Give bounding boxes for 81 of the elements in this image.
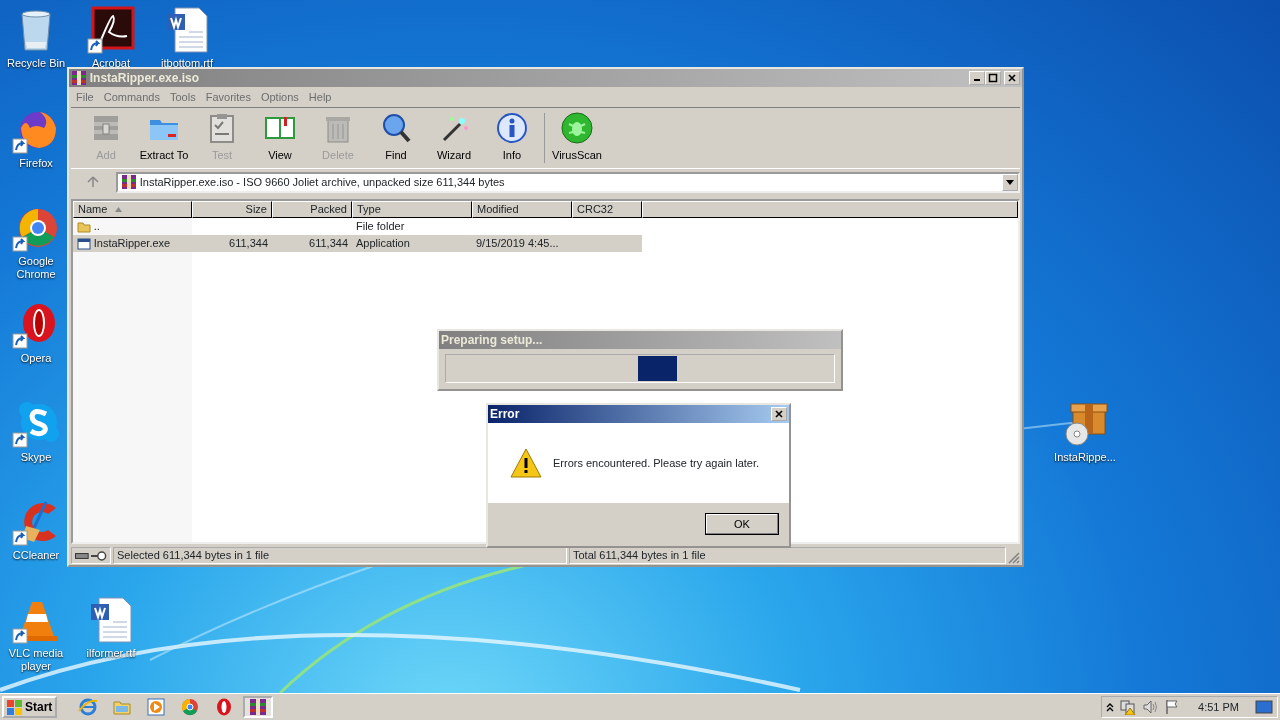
archive-stack-icon bbox=[120, 174, 137, 190]
error-message: Errors encountered. Please try again later. bbox=[553, 455, 760, 471]
taskbar-app-button[interactable] bbox=[243, 696, 274, 718]
dialog-title: Error bbox=[490, 406, 520, 423]
key-icon bbox=[91, 550, 107, 561]
ok-button[interactable]: OK bbox=[705, 513, 779, 535]
desktop-icon-label[interactable]: Acrobat bbox=[92, 57, 130, 70]
menu-item[interactable]: Help bbox=[303, 88, 337, 104]
menu-item[interactable]: Tools bbox=[165, 88, 201, 104]
info-icon bbox=[496, 112, 528, 145]
cloud-icon[interactable] bbox=[12, 400, 60, 448]
clock[interactable]: 4:51 PM bbox=[1198, 698, 1239, 716]
caret-icon bbox=[1006, 179, 1014, 185]
desktop-icon-label[interactable]: VLC media player bbox=[5, 647, 67, 673]
search-icon bbox=[380, 112, 412, 145]
four-pane-logo-icon bbox=[7, 699, 23, 715]
file-name: .. bbox=[93, 219, 100, 235]
browser-e-icon bbox=[78, 697, 99, 717]
column-header[interactable]: Type bbox=[352, 201, 472, 218]
desktop-icon-label[interactable]: itbottom.rtf bbox=[161, 57, 213, 70]
desktop-icon-label[interactable]: Skype bbox=[20, 451, 52, 464]
sort-arrow-icon bbox=[115, 207, 123, 212]
resize-grip-icon bbox=[1008, 552, 1020, 564]
toolbar-button[interactable]: View bbox=[251, 112, 309, 164]
toolbar-button[interactable]: VirusScan bbox=[548, 112, 606, 164]
toolbar-button[interactable]: Info bbox=[483, 112, 541, 164]
start-button[interactable]: Start bbox=[2, 696, 58, 718]
toolbar-button[interactable]: Find bbox=[367, 112, 425, 164]
archive-stack-icon bbox=[248, 697, 269, 717]
column-header[interactable]: CRC32 bbox=[572, 201, 642, 218]
close-button[interactable] bbox=[1004, 71, 1020, 85]
menu-item[interactable]: Favorites bbox=[200, 88, 256, 104]
menu-item[interactable]: Options bbox=[255, 88, 304, 104]
menu-item[interactable]: Commands bbox=[98, 88, 165, 104]
desktop-icon-label[interactable]: Firefox bbox=[19, 157, 53, 170]
close-icon bbox=[774, 409, 784, 419]
desktop-icon-label[interactable]: Opera bbox=[20, 352, 52, 365]
file-name: InstaRipper.exe bbox=[93, 236, 171, 252]
column-header[interactable]: Packed bbox=[272, 201, 352, 218]
play-button-icon bbox=[146, 697, 167, 717]
file-type: File folder bbox=[356, 219, 405, 235]
chevron-up-icon[interactable] bbox=[1106, 702, 1115, 712]
menu-item[interactable]: File bbox=[71, 88, 99, 104]
toolbar-button[interactable]: Extract To bbox=[135, 112, 193, 164]
program-window-icon bbox=[77, 236, 91, 251]
close-button[interactable] bbox=[771, 407, 787, 421]
minimize-button[interactable] bbox=[969, 71, 986, 85]
maximize-icon bbox=[988, 73, 999, 83]
status-text: Selected 611,344 bytes in 1 file bbox=[113, 547, 567, 564]
maximize-button[interactable] bbox=[985, 71, 1002, 85]
packed-size: 611,344 bbox=[309, 236, 348, 252]
drive-icon bbox=[75, 551, 89, 560]
minimize-icon bbox=[974, 79, 981, 81]
window-title: InstaRipper.exe.iso bbox=[89, 70, 200, 87]
speaker-icon[interactable] bbox=[1142, 699, 1159, 715]
flag-icon[interactable] bbox=[1164, 699, 1181, 715]
folder-icon bbox=[77, 219, 91, 234]
bug-icon bbox=[561, 112, 593, 145]
toolbar-button[interactable]: Wizard bbox=[425, 112, 483, 164]
archive-stack-icon bbox=[71, 70, 87, 86]
file-row[interactable]: .. File folder bbox=[73, 218, 642, 235]
desktop-icon-label[interactable]: Recycle Bin bbox=[6, 57, 66, 70]
modified-date: 9/15/2019 4:45... bbox=[476, 236, 559, 252]
dropdown-button[interactable] bbox=[1002, 173, 1018, 191]
up-arrow-icon bbox=[87, 176, 99, 188]
network-warning-icon[interactable] bbox=[1120, 699, 1137, 715]
desktop-icon-label[interactable]: CCleaner bbox=[12, 549, 60, 562]
column-header[interactable]: Name bbox=[73, 201, 192, 218]
close-icon bbox=[1007, 73, 1017, 83]
file-size: 611,344 bbox=[229, 236, 268, 252]
dialog-title: Preparing setup... bbox=[439, 331, 841, 349]
column-header[interactable]: Size bbox=[192, 201, 272, 218]
column-header[interactable]: Modified bbox=[472, 201, 572, 218]
address-field[interactable]: InstaRipper.exe.iso - ISO 9660 Joliet archive, unpacked size 611,344 bytes bbox=[115, 171, 1020, 193]
file-type: Application bbox=[356, 236, 410, 252]
warning-icon bbox=[510, 448, 542, 478]
progress-marquee bbox=[638, 356, 677, 381]
file-row[interactable]: InstaRipper.exe 611,344 611,344 Application 9/15/2019 4:45... bbox=[73, 235, 642, 252]
desktop-icon-label[interactable]: Google Chrome bbox=[5, 255, 67, 281]
browser-icon bbox=[180, 697, 201, 717]
desktop-icon-label[interactable]: InstaRippe... bbox=[1054, 451, 1116, 464]
